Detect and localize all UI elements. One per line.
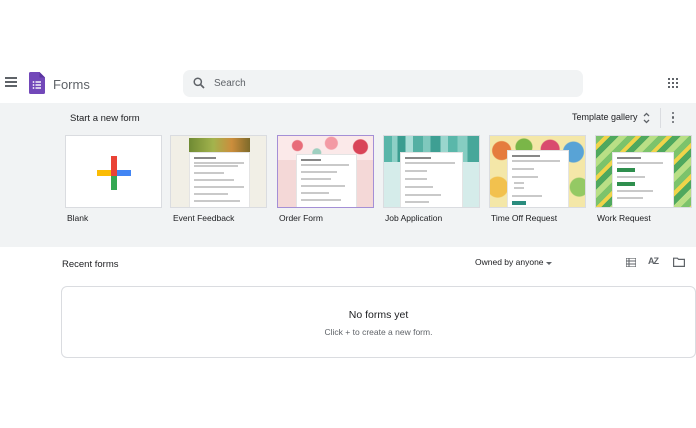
template-gallery-button[interactable]: Template gallery xyxy=(572,112,638,122)
dropdown-caret-icon[interactable] xyxy=(546,262,552,265)
template-label-order-form[interactable]: Order Form xyxy=(279,213,323,223)
section-title-new-form: Start a new form xyxy=(70,113,140,124)
template-paper xyxy=(400,152,463,207)
owner-filter-dropdown[interactable]: Owned by anyone xyxy=(475,257,544,267)
template-label-time-off-request[interactable]: Time Off Request xyxy=(491,213,557,223)
template-blank[interactable] xyxy=(65,135,162,208)
forms-logo-icon[interactable] xyxy=(29,72,45,94)
unfold-more-icon[interactable] xyxy=(643,112,650,124)
template-label-blank[interactable]: Blank xyxy=(67,213,88,223)
sort-az-icon[interactable]: AZ xyxy=(648,256,659,266)
template-label-event-feedback[interactable]: Event Feedback xyxy=(173,213,234,223)
template-work-request[interactable] xyxy=(595,135,692,208)
main-menu-icon[interactable] xyxy=(5,77,17,87)
more-options-icon[interactable] xyxy=(672,112,675,124)
template-thumbnail-image xyxy=(189,138,250,152)
google-apps-icon[interactable] xyxy=(668,78,678,88)
plus-icon xyxy=(97,156,131,190)
search-bar[interactable] xyxy=(183,70,583,97)
template-job-application[interactable] xyxy=(383,135,480,208)
recent-forms-empty-state: No forms yet Click + to create a new for… xyxy=(61,286,696,358)
search-input[interactable] xyxy=(214,75,564,92)
template-paper xyxy=(612,152,674,207)
template-order-form[interactable] xyxy=(277,135,374,208)
app-name[interactable]: Forms xyxy=(53,77,90,92)
empty-state-subtitle: Click + to create a new form. xyxy=(324,327,433,337)
list-view-icon[interactable] xyxy=(626,258,636,267)
template-label-job-application[interactable]: Job Application xyxy=(385,213,442,223)
template-label-work-request[interactable]: Work Request xyxy=(597,213,651,223)
search-icon[interactable] xyxy=(193,77,205,89)
empty-state-title: No forms yet xyxy=(348,309,409,321)
template-paper xyxy=(507,150,569,207)
divider xyxy=(660,108,661,128)
section-title-recent-forms: Recent forms xyxy=(62,259,119,270)
template-event-feedback[interactable] xyxy=(170,135,267,208)
template-time-off-request[interactable] xyxy=(489,135,586,208)
folder-icon[interactable] xyxy=(673,257,685,267)
template-paper xyxy=(296,154,357,207)
template-paper xyxy=(189,152,250,207)
